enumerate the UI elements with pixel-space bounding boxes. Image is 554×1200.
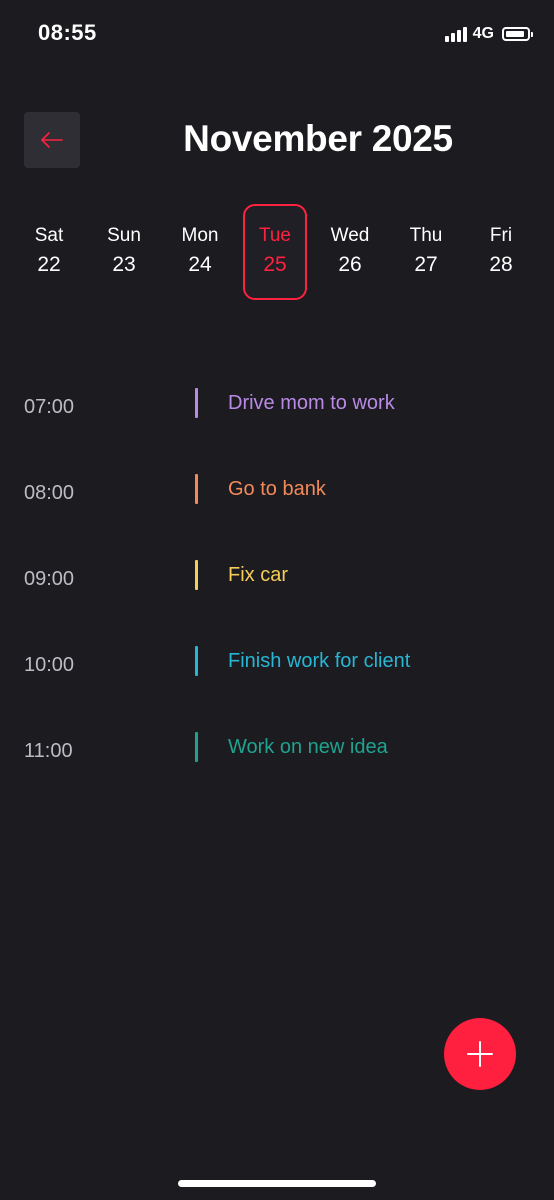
day-number: 26: [338, 253, 362, 276]
agenda-time: 11:00: [24, 740, 73, 762]
agenda-title: Fix car: [228, 564, 288, 586]
agenda-time: 07:00: [24, 396, 75, 418]
battery-icon: [502, 27, 533, 41]
plus-icon: [467, 1041, 493, 1067]
day-name: Tue: [258, 225, 292, 246]
day-number: 28: [489, 253, 513, 276]
agenda-item[interactable]: 08:00 Go to bank: [0, 474, 554, 518]
back-button[interactable]: [24, 112, 80, 168]
agenda-item[interactable]: 07:00 Drive mom to work: [0, 388, 554, 432]
agenda-color-bar: [195, 474, 198, 504]
day-number: 27: [414, 253, 438, 276]
add-event-button[interactable]: [444, 1018, 516, 1090]
day-mon[interactable]: Mon 24: [168, 204, 232, 300]
agenda-color-bar: [195, 388, 198, 418]
network-type: 4G: [472, 25, 494, 42]
day-name: Wed: [330, 225, 370, 246]
day-sat[interactable]: Sat 22: [17, 204, 81, 300]
day-fri[interactable]: Fri 28: [469, 204, 533, 300]
arrow-left-icon: [41, 132, 63, 148]
day-number: 23: [112, 253, 136, 276]
day-thu[interactable]: Thu 27: [394, 204, 458, 300]
day-name: Sat: [34, 225, 64, 246]
day-number: 25: [263, 253, 287, 276]
agenda-color-bar: [195, 732, 198, 762]
status-indicators: 4G: [444, 24, 533, 44]
signal-icon: [444, 26, 467, 42]
agenda-color-bar: [195, 560, 198, 590]
agenda-item[interactable]: 11:00 Work on new idea: [0, 732, 554, 776]
day-name: Thu: [409, 225, 443, 246]
day-name: Mon: [181, 225, 219, 246]
day-name: Sun: [107, 225, 141, 246]
day-sun[interactable]: Sun 23: [92, 204, 156, 300]
agenda-title: Finish work for client: [228, 650, 411, 672]
agenda-color-bar: [195, 646, 198, 676]
day-tue[interactable]: Tue 25: [243, 204, 307, 300]
day-name: Fri: [489, 225, 513, 246]
page-title: November 2025: [183, 118, 453, 159]
day-number: 22: [37, 253, 61, 276]
agenda-time: 09:00: [24, 568, 75, 590]
status-bar: 08:55 4G: [0, 0, 554, 70]
agenda-time: 10:00: [24, 654, 75, 676]
agenda-time: 08:00: [24, 482, 75, 504]
home-indicator[interactable]: [178, 1180, 376, 1187]
agenda-title: Go to bank: [228, 478, 326, 500]
day-strip: Sat 22 Sun 23 Mon 24 Tue 25 Wed 26 Thu 27 Fri 28: [17, 204, 544, 300]
status-time: 08:55: [38, 20, 97, 45]
day-number: 24: [188, 253, 212, 276]
agenda-title: Work on new idea: [228, 736, 388, 758]
agenda-title: Drive mom to work: [228, 392, 395, 414]
agenda-item[interactable]: 09:00 Fix car: [0, 560, 554, 604]
day-wed[interactable]: Wed 26: [318, 204, 382, 300]
agenda-item[interactable]: 10:00 Finish work for client: [0, 646, 554, 690]
